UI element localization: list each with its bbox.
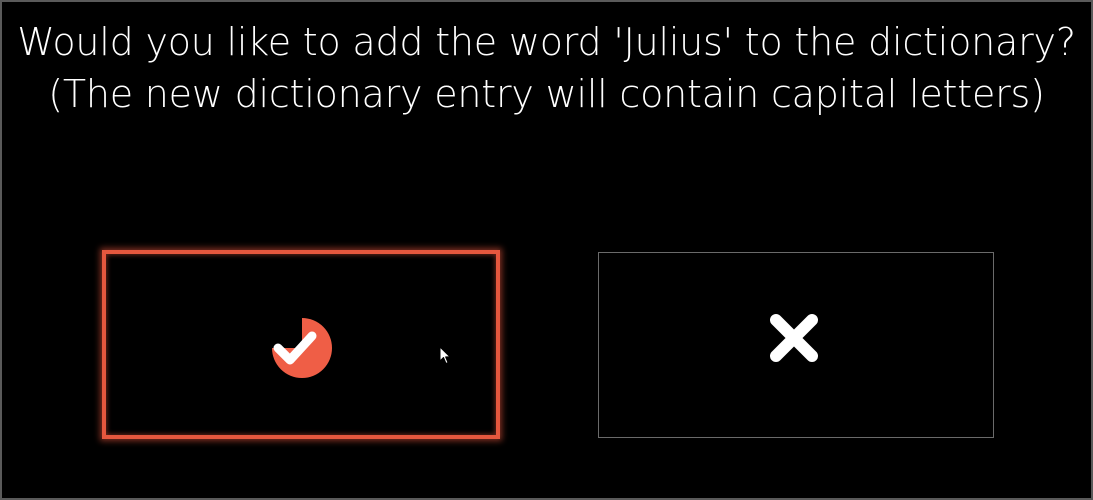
confirm-button[interactable] <box>102 250 500 439</box>
cancel-button[interactable] <box>598 252 994 438</box>
dialog-message: Would you like to add the word 'Julius' … <box>2 16 1091 120</box>
dialog-message-line-2: (The new dictionary entry will contain c… <box>48 72 1045 116</box>
dialog-message-line-1: Would you like to add the word 'Julius' … <box>17 20 1076 64</box>
check-icon <box>272 317 332 378</box>
close-icon <box>770 314 818 362</box>
add-word-dialog: Would you like to add the word 'Julius' … <box>0 0 1093 500</box>
